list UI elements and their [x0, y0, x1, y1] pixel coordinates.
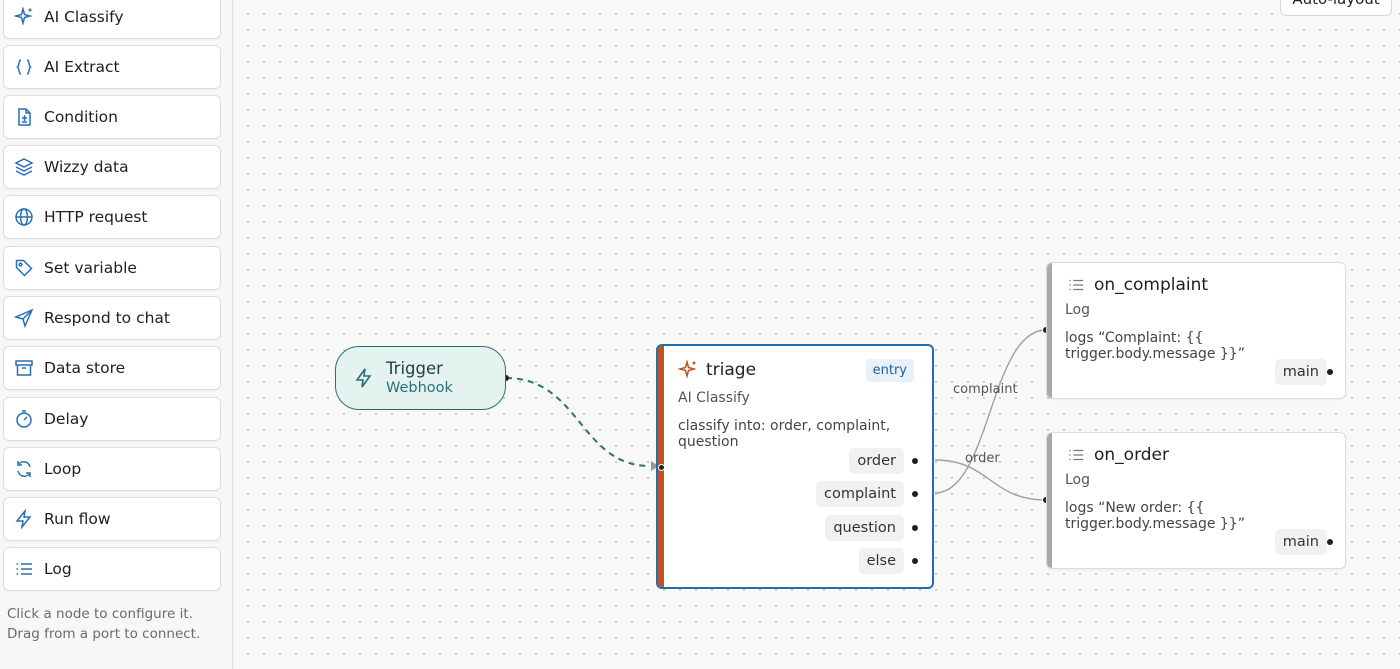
list-icon: [1067, 446, 1085, 464]
send-icon: [14, 308, 34, 328]
loop-icon: [14, 459, 34, 479]
trigger-title: Trigger: [386, 359, 443, 378]
port-order-handle[interactable]: [912, 458, 918, 464]
port-question[interactable]: question: [825, 515, 904, 541]
palette-item-label: Run flow: [44, 510, 111, 528]
port-main[interactable]: main: [1274, 359, 1327, 385]
sparkle-icon: [678, 360, 698, 380]
port-main-handle[interactable]: [1327, 539, 1333, 545]
trigger-node[interactable]: Trigger Webhook: [335, 346, 506, 410]
palette-item-condition[interactable]: Condition: [3, 95, 221, 139]
port-complaint-handle[interactable]: [912, 491, 918, 497]
node-title: on_order: [1094, 445, 1170, 465]
palette-item-label: Condition: [44, 108, 118, 126]
palette-item-label: AI Extract: [44, 58, 120, 76]
node-accent-stripe: [1047, 263, 1052, 398]
palette-item-ai-extract[interactable]: AI Extract: [3, 45, 221, 89]
on-order-node[interactable]: on_order Log logs “New order: {{ trigger…: [1046, 432, 1346, 569]
palette-item-respond-to-chat[interactable]: Respond to chat: [3, 296, 221, 340]
node-header: on_complaint: [1067, 275, 1208, 295]
entry-badge: entry: [865, 359, 914, 382]
palette-item-log[interactable]: Log: [3, 547, 221, 591]
node-type: AI Classify: [678, 390, 750, 406]
node-header: triage: [678, 360, 756, 380]
node-type: Log: [1065, 302, 1091, 318]
node-header: on_order: [1067, 445, 1169, 465]
layers-icon: [14, 157, 34, 177]
palette-item-label: Respond to chat: [44, 309, 171, 327]
port-question-handle[interactable]: [912, 525, 918, 531]
palette-item-label: Wizzy data: [44, 158, 129, 176]
palette-item-http-request[interactable]: HTTP request: [3, 195, 221, 239]
edge-label-complaint: complaint: [953, 382, 1018, 397]
node-title: triage: [706, 360, 757, 380]
port-main[interactable]: main: [1274, 529, 1327, 555]
port-else-handle[interactable]: [912, 558, 918, 564]
node-description: classify into: order, complaint, questio…: [678, 418, 891, 450]
list-icon: [1067, 276, 1085, 294]
sidebar-hint: Click a node to configure it. Drag from …: [7, 604, 200, 644]
stopwatch-icon: [14, 409, 34, 429]
trigger-subtitle: Webhook: [386, 380, 453, 396]
triage-node[interactable]: triage entry AI Classify classify into: …: [656, 344, 934, 589]
port-else[interactable]: else: [858, 548, 904, 574]
node-title: on_complaint: [1094, 275, 1209, 295]
flow-editor: AI Classify AI Extract Condition Wizzy d…: [0, 0, 1400, 669]
bolt-icon: [14, 509, 34, 529]
globe-icon: [14, 207, 34, 227]
auto-layout-button[interactable]: Auto-layout: [1280, 0, 1392, 16]
node-description: logs “Complaint: {{ trigger.body.message…: [1065, 330, 1245, 362]
palette-item-label: Loop: [44, 460, 82, 478]
trigger-text: Trigger Webhook: [386, 359, 453, 397]
palette-item-loop[interactable]: Loop: [3, 447, 221, 491]
palette-item-run-flow[interactable]: Run flow: [3, 497, 221, 541]
palette-item-label: AI Classify: [44, 8, 124, 26]
on-complaint-node[interactable]: on_complaint Log logs “Complaint: {{ tri…: [1046, 262, 1346, 399]
palette-item-delay[interactable]: Delay: [3, 397, 221, 441]
node-type: Log: [1065, 472, 1091, 488]
palette-item-ai-classify[interactable]: AI Classify: [3, 0, 221, 39]
archive-icon: [14, 358, 34, 378]
tag-icon: [14, 258, 34, 278]
port-main-handle[interactable]: [1327, 369, 1333, 375]
palette-item-label: HTTP request: [44, 208, 148, 226]
palette-item-label: Set variable: [44, 259, 137, 277]
triage-in-port[interactable]: [658, 464, 665, 471]
palette-item-label: Log: [44, 560, 72, 578]
edge-label-order: order: [965, 451, 1000, 466]
palette-item-label: Delay: [44, 410, 89, 428]
palette-item-set-variable[interactable]: Set variable: [3, 246, 221, 290]
palette-item-data-store[interactable]: Data store: [3, 346, 221, 390]
palette-item-label: Data store: [44, 359, 126, 377]
node-accent-stripe: [1047, 433, 1052, 568]
list-icon: [14, 559, 34, 579]
node-palette-sidebar: AI Classify AI Extract Condition Wizzy d…: [0, 0, 233, 669]
bolt-icon: [354, 367, 374, 389]
port-complaint[interactable]: complaint: [816, 481, 904, 507]
document-split-icon: [14, 107, 34, 127]
node-description: logs “New order: {{ trigger.body.message…: [1065, 500, 1245, 532]
hint-line: Drag from a port to connect.: [7, 626, 201, 642]
sparkle-icon: [14, 7, 34, 27]
braces-icon: [14, 57, 34, 77]
palette-item-wizzy-data[interactable]: Wizzy data: [3, 145, 221, 189]
hint-line: Click a node to configure it.: [7, 606, 193, 622]
port-order[interactable]: order: [849, 448, 904, 474]
